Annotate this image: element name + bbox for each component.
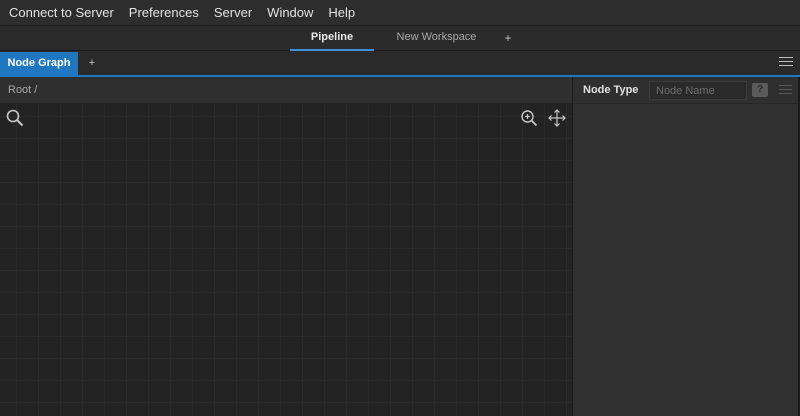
tab-new-workspace[interactable]: New Workspace [386,26,487,51]
node-name-input[interactable] [649,81,747,100]
panel-tab-bar: Node Graph + [0,52,800,77]
hamburger-menu-icon[interactable] [779,85,792,96]
add-workspace-button[interactable]: + [502,26,514,51]
menu-connect-to-server[interactable]: Connect to Server [9,0,114,25]
tab-node-graph[interactable]: Node Graph [0,52,78,75]
node-type-title: Node Type [583,84,639,96]
move-arrows-icon[interactable] [546,107,568,129]
workspace-tab-bar: Pipeline New Workspace + [0,25,800,51]
node-type-header: Node Type ? [573,77,800,104]
tab-pipeline[interactable]: Pipeline [290,26,374,51]
menu-help[interactable]: Help [328,0,355,25]
menu-server[interactable]: Server [214,0,252,25]
hamburger-menu-icon[interactable] [779,57,793,69]
menu-preferences[interactable]: Preferences [129,0,199,25]
menu-bar: Connect to Server Preferences Server Win… [0,0,800,25]
add-panel-button[interactable]: + [86,52,98,75]
node-type-panel: Node Type ? [573,77,800,416]
breadcrumb[interactable]: Root / [8,77,37,103]
zoom-in-icon[interactable] [518,107,540,129]
search-icon[interactable] [4,107,26,129]
node-graph-header: Root / [0,77,572,104]
help-icon[interactable]: ? [752,83,768,97]
node-graph-canvas[interactable] [0,104,572,416]
menu-window[interactable]: Window [267,0,313,25]
